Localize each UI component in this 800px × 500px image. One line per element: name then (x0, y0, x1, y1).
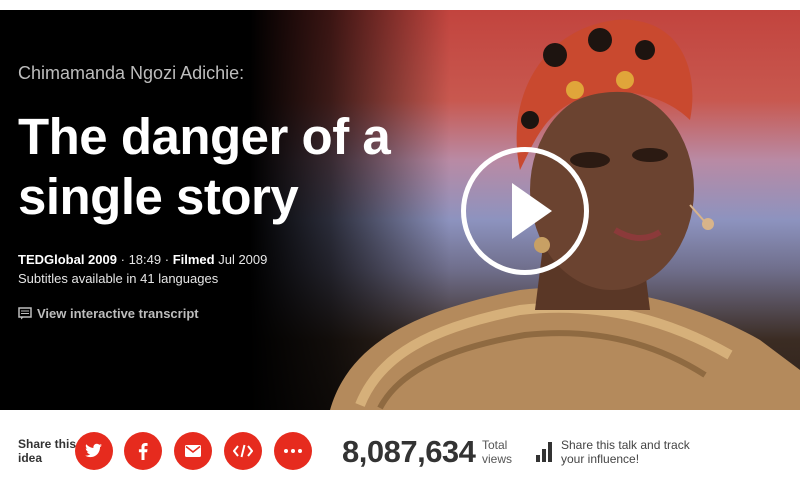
facebook-share-button[interactable] (124, 432, 162, 470)
influence-link[interactable]: Share this talk and track your influence… (536, 438, 691, 468)
views-label: Total views (482, 438, 513, 466)
play-button[interactable] (461, 147, 589, 275)
talk-meta: TEDGlobal 2009 · 18:49 · Filmed Jul 2009 (18, 251, 318, 269)
share-label: Share this idea (18, 437, 77, 465)
share-bar: Share this idea 8,087,634 Total views Sh… (0, 410, 800, 494)
talk-title: The danger of a single story (18, 108, 391, 225)
more-icon (284, 449, 302, 453)
talk-duration: 18:49 (128, 252, 162, 267)
speaker-name: Chimamanda Ngozi Adichie: (18, 63, 245, 83)
embed-share-button[interactable] (224, 432, 262, 470)
filmed-label: Filmed (172, 252, 215, 267)
transcript-link[interactable]: View interactive transcript (18, 304, 199, 322)
twitter-icon (85, 443, 102, 458)
views-count: 8,087,634 (342, 434, 476, 469)
more-share-button[interactable] (274, 432, 312, 470)
email-icon (185, 445, 201, 457)
transcript-icon (18, 306, 32, 319)
facebook-icon (138, 442, 148, 460)
email-share-button[interactable] (174, 432, 212, 470)
filmed-date: Jul 2009 (218, 252, 268, 267)
event-name: TEDGlobal 2009 (18, 252, 117, 267)
influence-label: Share this talk and track your influence… (561, 438, 690, 466)
talk-hero: Chimamanda Ngozi Adichie: The danger of … (0, 10, 800, 410)
play-icon (512, 183, 552, 239)
meta-separator: · (164, 252, 173, 267)
twitter-share-button[interactable] (75, 432, 113, 470)
transcript-link-label: View interactive transcript (37, 305, 199, 321)
code-icon (233, 444, 253, 458)
subtitles-info: Subtitles available in 41 languages (18, 271, 219, 286)
meta-separator: · (120, 252, 129, 267)
stats-bar-icon (536, 442, 552, 462)
